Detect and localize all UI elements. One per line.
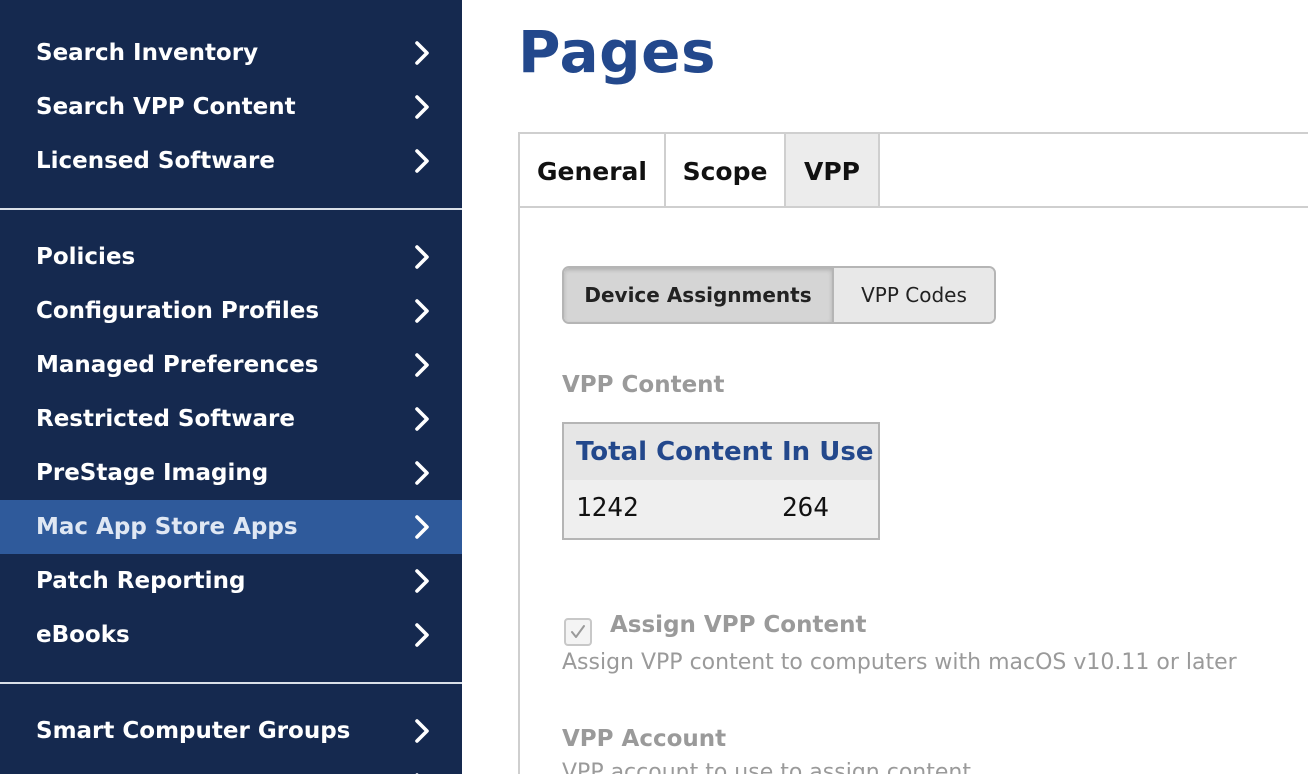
chevron-right-icon: [410, 353, 434, 377]
sidebar-item-label: Restricted Software: [36, 406, 295, 432]
sidebar-item-cutoff[interactable]: [0, 758, 462, 774]
tab-scope[interactable]: Scope: [666, 134, 786, 208]
sidebar-item-configuration-profiles[interactable]: Configuration Profiles: [0, 284, 462, 338]
sidebar-item-label: Search Inventory: [36, 40, 259, 66]
sidebar-item-search-vpp-content[interactable]: Search VPP Content: [0, 80, 462, 134]
vpp-content-label: VPP Content: [562, 372, 725, 398]
sidebar-divider: [0, 208, 462, 210]
table-row: 1242 264: [564, 480, 878, 536]
chevron-right-icon: [410, 149, 434, 173]
vpp-account-label: VPP Account: [562, 726, 727, 752]
sidebar-item-mac-app-store-apps[interactable]: Mac App Store Apps: [0, 500, 462, 554]
sidebar: Search Inventory Search VPP Content Lice…: [0, 0, 462, 774]
segment-vpp-codes[interactable]: VPP Codes: [834, 268, 994, 322]
sidebar-item-label: Mac App Store Apps: [36, 514, 298, 540]
chevron-right-icon: [410, 245, 434, 269]
app-window: Search Inventory Search VPP Content Lice…: [0, 0, 1308, 774]
sidebar-item-prestage-imaging[interactable]: PreStage Imaging: [0, 446, 462, 500]
sidebar-item-label: Search VPP Content: [36, 94, 296, 120]
sidebar-item-policies[interactable]: Policies: [0, 230, 462, 284]
column-header-in-use: In Use: [782, 437, 874, 467]
sidebar-item-ebooks[interactable]: eBooks: [0, 608, 462, 662]
chevron-right-icon: [410, 299, 434, 323]
sidebar-item-search-inventory[interactable]: Search Inventory: [0, 26, 462, 80]
in-use-value: 264: [782, 493, 829, 523]
assign-vpp-content-description: Assign VPP content to computers with mac…: [562, 650, 1237, 675]
tab-bar-divider: [520, 206, 1308, 208]
sidebar-item-label: Licensed Software: [36, 148, 275, 174]
chevron-right-icon: [410, 407, 434, 431]
sidebar-item-smart-computer-groups[interactable]: Smart Computer Groups: [0, 704, 462, 758]
tab-bar: General Scope VPP: [520, 134, 880, 208]
chevron-right-icon: [410, 569, 434, 593]
total-content-value: 1242: [576, 493, 639, 523]
page-title: Pages: [518, 18, 716, 86]
sidebar-item-patch-reporting[interactable]: Patch Reporting: [0, 554, 462, 608]
sidebar-item-label: Configuration Profiles: [36, 298, 320, 324]
vpp-content-table: Total Content In Use 1242 264: [562, 422, 880, 540]
sidebar-item-managed-preferences[interactable]: Managed Preferences: [0, 338, 462, 392]
main-content: Pages General Scope VPP Device Assignmen…: [462, 0, 1308, 774]
sidebar-item-restricted-software[interactable]: Restricted Software: [0, 392, 462, 446]
sidebar-item-label: Policies: [36, 244, 136, 270]
sidebar-item-label: Managed Preferences: [36, 352, 319, 378]
segment-device-assignments[interactable]: Device Assignments: [564, 268, 834, 322]
tab-vpp[interactable]: VPP: [786, 134, 880, 208]
sidebar-item-label: Patch Reporting: [36, 568, 246, 594]
sidebar-divider: [0, 682, 462, 684]
segmented-control: Device Assignments VPP Codes: [562, 266, 996, 324]
chevron-right-icon: [410, 41, 434, 65]
assign-vpp-content-checkbox[interactable]: [564, 618, 592, 646]
chevron-right-icon: [410, 623, 434, 647]
sidebar-item-label: Smart Computer Groups: [36, 718, 351, 744]
check-icon: [571, 625, 585, 638]
sidebar-item-label: eBooks: [36, 622, 130, 648]
assign-vpp-content-label: Assign VPP Content: [610, 612, 867, 638]
chevron-right-icon: [410, 461, 434, 485]
chevron-right-icon: [410, 719, 434, 743]
sidebar-item-licensed-software[interactable]: Licensed Software: [0, 134, 462, 188]
column-header-total-content: Total Content: [576, 437, 773, 467]
vpp-account-description: VPP account to use to assign content: [562, 760, 971, 774]
sidebar-item-label: PreStage Imaging: [36, 460, 269, 486]
details-panel: General Scope VPP Device Assignments VPP…: [518, 132, 1308, 774]
table-header: Total Content In Use: [564, 424, 878, 480]
tab-general[interactable]: General: [520, 134, 666, 208]
chevron-right-icon: [410, 515, 434, 539]
chevron-right-icon: [410, 95, 434, 119]
